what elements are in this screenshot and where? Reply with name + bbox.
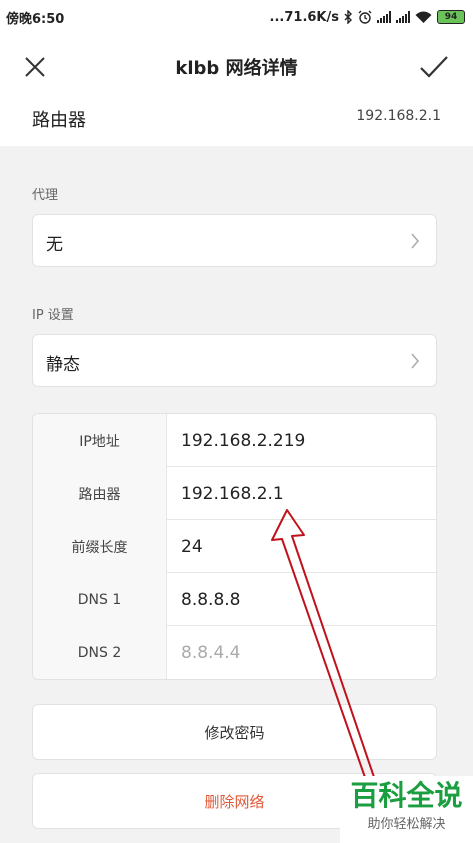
ip-address-field[interactable]: 192.168.2.219: [181, 414, 305, 467]
status-bar: 傍晚6:50 ...71.6K/s 94: [0, 0, 473, 34]
bluetooth-icon: [344, 10, 352, 24]
ip-settings-section-label: IP 设置: [32, 308, 74, 323]
ip-address-label: IP地址: [33, 414, 167, 467]
ip-address-row[interactable]: IP地址 192.168.2.219: [33, 414, 436, 467]
status-icons: ...71.6K/s 94: [270, 10, 465, 25]
prefix-length-label: 前缀长度: [33, 520, 167, 573]
signal-icon: [377, 11, 391, 23]
chevron-right-icon: [411, 233, 419, 249]
page-title: klbb 网络详情: [175, 58, 298, 79]
dns2-field[interactable]: 8.8.4.4: [181, 626, 240, 679]
status-time: 傍晚6:50: [6, 11, 65, 27]
battery-icon: 94: [437, 10, 465, 24]
router-value: 192.168.2.1: [356, 108, 441, 124]
ip-settings-selector[interactable]: 静态: [32, 334, 437, 387]
router-label: 路由器: [32, 110, 86, 131]
dns1-field[interactable]: 8.8.8.8: [181, 573, 240, 626]
proxy-value: 无: [46, 235, 63, 255]
dns2-label: DNS 2: [33, 626, 167, 679]
watermark-logo: 百科全说 助你轻松解决: [340, 776, 473, 843]
chevron-right-icon: [411, 353, 419, 369]
app-header: klbb 网络详情: [0, 34, 473, 100]
signal-icon: [396, 11, 410, 23]
alarm-icon: [358, 10, 372, 24]
check-icon: [420, 56, 448, 78]
network-speed: ...71.6K/s: [269, 9, 339, 25]
gateway-label: 路由器: [33, 467, 167, 520]
proxy-selector[interactable]: 无: [32, 214, 437, 267]
wifi-icon: [415, 11, 432, 23]
annotation-arrow: [271, 509, 377, 787]
ip-settings-value: 静态: [46, 355, 80, 375]
router-info-row: 路由器 192.168.2.1: [0, 100, 473, 146]
dns1-label: DNS 1: [33, 573, 167, 626]
watermark-subtitle: 助你轻松解决: [367, 817, 446, 832]
proxy-section-label: 代理: [32, 188, 59, 203]
confirm-button[interactable]: [417, 50, 451, 84]
watermark-title: 百科全说: [350, 779, 463, 812]
battery-level: 94: [444, 12, 458, 22]
prefix-length-field[interactable]: 24: [181, 520, 203, 573]
